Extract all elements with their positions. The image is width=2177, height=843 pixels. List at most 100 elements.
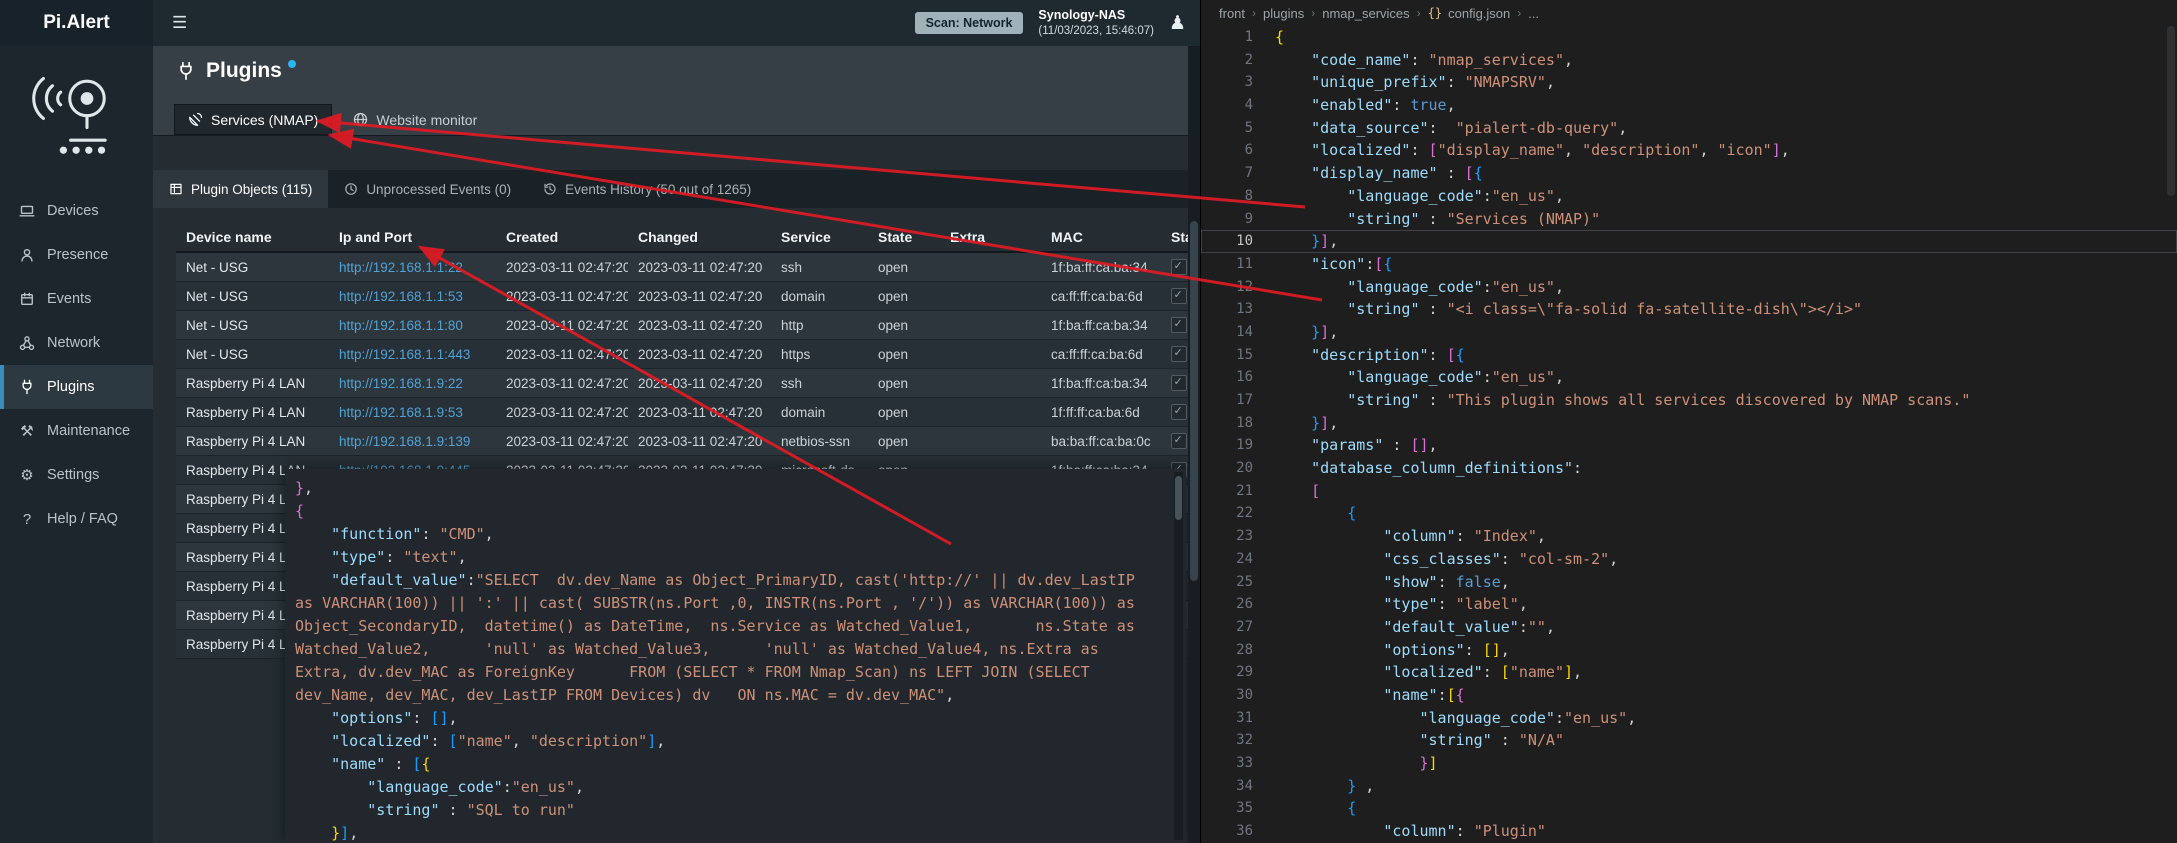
editor-line: 35 { [1201,797,2177,820]
column-header-changed[interactable]: Changed [628,229,771,245]
ip-port-link[interactable]: http://192.168.1.1:22 [339,260,463,275]
tab-website-monitor[interactable]: Website monitor [340,104,490,135]
column-header-state[interactable]: State [868,229,940,245]
row-checkbox[interactable] [1171,259,1187,275]
sidebar-item-presence[interactable]: Presence [0,233,153,277]
line-content: "column": "Index", [1275,525,1546,548]
ip-port-link[interactable]: http://192.168.1.1:80 [339,318,463,333]
breadcrumb-item-nmap-services[interactable]: nmap_services [1322,6,1409,21]
devices-icon [19,203,35,219]
sidebar-item-label: Events [47,291,91,307]
row-checkbox[interactable] [1171,317,1187,333]
app-scrollbar[interactable] [1188,46,1200,843]
breadcrumb-label: config.json [1448,6,1510,21]
cell-device-name: Net - USG [176,347,329,362]
line-content: "enabled": true, [1275,94,1456,117]
table-row: Raspberry Pi 4 LANhttp://192.168.1.9:222… [176,369,1200,398]
line-number: 3 [1201,71,1275,94]
breadcrumb-item-front[interactable]: front [1219,6,1245,21]
cell-changed: 2023-03-11 02:47:20 [628,405,771,420]
line-content: [ [1275,480,1320,503]
tab-label: Website monitor [376,112,477,128]
editor-line: 15 "description": [{ [1201,344,2177,367]
editor-line: 18 }], [1201,412,2177,435]
overlay-code-line: "language_code":"en_us", [295,776,1160,799]
cell-service: domain [771,289,868,304]
cell-created: 2023-03-11 02:47:20 [496,376,628,391]
editor-scrollbar-thumb[interactable] [2167,26,2175,196]
cell-service: netbios-ssn [771,434,868,449]
column-header-created[interactable]: Created [496,229,628,245]
ip-port-link[interactable]: http://192.168.1.1:443 [339,347,470,362]
line-number: 6 [1201,139,1275,162]
objects-icon [169,182,183,196]
overlay-scrollbar[interactable] [1174,472,1183,840]
tab-services-nmap[interactable]: Services (NMAP) [174,104,332,135]
sidebar-item-help-faq[interactable]: ?Help / FAQ [0,497,153,541]
line-number: 16 [1201,366,1275,389]
user-icon[interactable]: ♟ [1169,12,1186,35]
scan-status-badge: Scan: Network [915,12,1024,34]
sidebar-item-settings[interactable]: ⚙Settings [0,453,153,497]
cell-changed: 2023-03-11 02:47:20 [628,434,771,449]
sidebar-toggle-button[interactable]: ☰ [162,0,197,46]
line-number: 18 [1201,412,1275,435]
editor-line: 31 "language_code":"en_us", [1201,707,2177,730]
overlay-code-line: "localized": ["name", "description"], [295,730,1160,753]
column-header-service[interactable]: Service [771,229,868,245]
app-scrollbar-thumb[interactable] [1190,221,1198,581]
ip-port-link[interactable]: http://192.168.1.9:22 [339,376,463,391]
line-number: 32 [1201,729,1275,752]
line-content: "description": [{ [1275,344,1465,367]
row-checkbox[interactable] [1171,346,1187,362]
editor-line: 24 "css_classes": "col-sm-2", [1201,548,2177,571]
cell-mac: 1f:ba:ff:ca:ba:34 [1041,318,1161,333]
inner-tab-unprocessed-events-0[interactable]: Unprocessed Events (0) [328,170,527,208]
editor-code[interactable]: 1{2 "code_name": "nmap_services",3 "uniq… [1201,26,2177,843]
overlay-scrollbar-thumb[interactable] [1175,476,1182,520]
config-snippet-overlay: },{ "function": "CMD", "type": "text", "… [285,469,1186,843]
column-header-extra[interactable]: Extra [940,229,1041,245]
row-checkbox[interactable] [1171,288,1187,304]
editor-scrollbar[interactable] [2166,26,2176,843]
ip-port-link[interactable]: http://192.168.1.9:53 [339,405,463,420]
breadcrumb-item-[interactable]: ... [1528,6,1539,21]
row-checkbox[interactable] [1171,433,1187,449]
line-number: 26 [1201,593,1275,616]
editor-line: 9 "string" : "Services (NMAP)" [1201,208,2177,231]
inner-tab-events-history-50-out-of-1265[interactable]: Events History (50 out of 1265) [527,170,767,208]
line-number: 23 [1201,525,1275,548]
sidebar-item-plugins[interactable]: Plugins [0,365,153,409]
breadcrumb-item-config-json[interactable]: {}config.json [1428,6,1511,21]
cell-service: ssh [771,376,868,391]
inner-tab-plugin-objects-115[interactable]: Plugin Objects (115) [153,170,328,208]
ip-port-link[interactable]: http://192.168.1.9:139 [339,434,470,449]
column-header-ip-and-port[interactable]: Ip and Port [329,229,496,245]
sidebar-item-network[interactable]: Network [0,321,153,365]
overlay-code-line: "string" : "SQL to run" [295,799,1160,822]
cell-ip-port: http://192.168.1.1:80 [329,318,496,333]
line-content: "display_name" : [{ [1275,162,1483,185]
breadcrumb-separator: › [1517,6,1521,20]
cell-ip-port: http://192.168.1.1:53 [329,289,496,304]
column-header-mac[interactable]: MAC [1041,229,1161,245]
sidebar-item-events[interactable]: Events [0,277,153,321]
editor-line: 3 "unique_prefix": "NMAPSRV", [1201,71,2177,94]
app-logo-title[interactable]: Pi.Alert [0,0,153,46]
line-number: 17 [1201,389,1275,412]
row-checkbox[interactable] [1171,375,1187,391]
line-number: 36 [1201,820,1275,843]
row-checkbox[interactable] [1171,404,1187,420]
ip-port-link[interactable]: http://192.168.1.1:53 [339,289,463,304]
cell-ip-port: http://192.168.1.9:139 [329,434,496,449]
line-content: "show": false, [1275,571,1510,594]
sidebar-item-maintenance[interactable]: ⚒Maintenance [0,409,153,453]
breadcrumb-item-plugins[interactable]: plugins [1263,6,1304,21]
cell-created: 2023-03-11 02:47:20 [496,318,628,333]
sidebar-item-devices[interactable]: Devices [0,189,153,233]
tab-label: Plugin Objects (115) [191,182,312,197]
table-header-row: Device nameIp and PortCreatedChangedServ… [176,223,1200,253]
tab-label: Events History (50 out of 1265) [565,182,751,197]
column-header-device-name[interactable]: Device name [176,229,329,245]
cell-changed: 2023-03-11 02:47:20 [628,347,771,362]
